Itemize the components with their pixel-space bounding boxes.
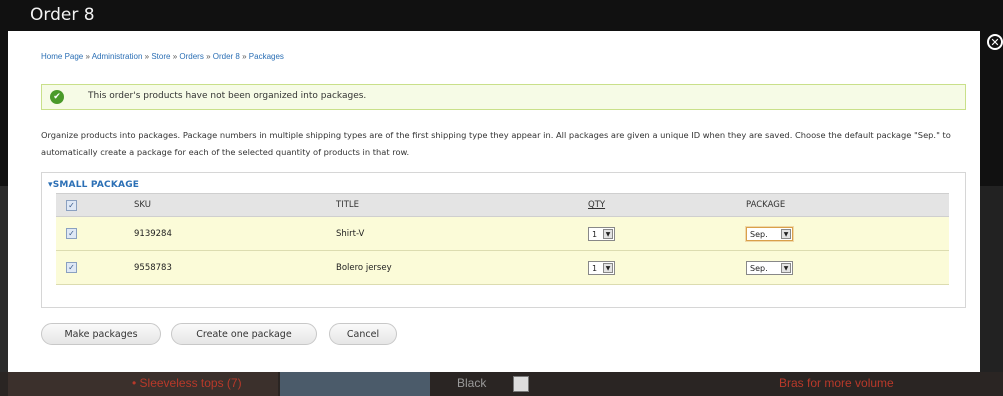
row-select-cell: ✓ [56,250,134,285]
column-header-title: TITLE [336,193,588,217]
title-cell: Shirt-V [336,216,588,251]
sku-cell: 9558783 [134,250,336,285]
qty-value: 1 [592,263,598,273]
package-select[interactable]: Sep. ▼ [746,260,793,275]
help-text: Organize products into packages. Package… [41,130,951,157]
title-cell: Bolero jersey [336,250,588,285]
chevron-down-icon: ▼ [781,228,791,239]
select-all-cell: ✓ [56,193,134,217]
qty-value: 1 [592,229,598,239]
background-image-panel [280,372,430,396]
column-header-sku: SKU [134,193,336,217]
background-color-label: Black [457,376,487,390]
cancel-button[interactable]: Cancel [329,323,397,345]
make-packages-button[interactable]: Make packages [41,323,161,345]
breadcrumb-separator: » [85,52,90,61]
breadcrumb-store[interactable]: Store [151,52,170,61]
dialog-body: Home Page » Administration » Store » Ord… [8,31,980,372]
package-cell: Sep. ▼ [746,216,949,251]
package-select[interactable]: Sep. ▼ [746,226,793,241]
breadcrumb-separator: » [242,52,247,61]
package-value: Sep. [750,263,768,273]
breadcrumb-home[interactable]: Home Page [41,52,83,61]
table-header-row: ✓ SKU TITLE QTY PACKAGE [56,193,949,217]
table-row: ✓ 9558783 Bolero jersey 1 ▼ Sep. ▼ [56,250,949,285]
packages-table: ✓ SKU TITLE QTY PACKAGE ✓ 9139284 Shirt-… [56,193,949,285]
qty-select[interactable]: 1 ▼ [588,260,615,275]
breadcrumb-packages[interactable]: Packages [249,52,284,61]
qty-select[interactable]: 1 ▼ [588,226,615,241]
chevron-down-icon: ▼ [781,262,791,273]
status-text: This order's products have not been orga… [88,91,367,101]
row-checkbox[interactable]: ✓ [66,262,77,273]
qty-cell: 1 ▼ [588,250,746,285]
checkmark-icon: ✔ [50,90,64,104]
breadcrumb-separator: » [144,52,150,61]
create-one-package-button[interactable]: Create one package [171,323,317,345]
row-checkbox[interactable]: ✓ [66,228,77,239]
background-right-edge [980,186,1003,372]
sku-cell: 9139284 [134,216,336,251]
breadcrumb-administration[interactable]: Administration [92,52,143,61]
package-cell: Sep. ▼ [746,250,949,285]
breadcrumb-order[interactable]: Order 8 [213,52,240,61]
status-message: ✔ This order's products have not been or… [41,84,966,110]
dialog-titlebar: Order 8 [8,0,980,31]
row-select-cell: ✓ [56,216,134,251]
background-left-edge [0,186,8,372]
small-package-fieldset: ▾SMALL PACKAGE ✓ SKU TITLE QTY PACKAGE ✓… [41,172,966,308]
background-category-link: • Sleeveless tops (7) [132,376,242,390]
background-promo-text: Bras for more volume [779,376,894,390]
breadcrumb-separator: » [172,52,178,61]
background-content-strip: • Sleeveless tops (7) Black Bras for mor… [0,372,1003,396]
package-value: Sep. [750,229,768,239]
breadcrumb-separator: » [206,52,211,61]
column-header-package: PACKAGE [746,193,949,217]
close-icon[interactable]: ✕ [987,34,1003,50]
chevron-down-icon: ▼ [603,228,613,239]
background-color-select [513,376,529,392]
breadcrumb-orders[interactable]: Orders [179,52,203,61]
column-header-qty[interactable]: QTY [588,193,746,217]
chevron-down-icon: ▼ [603,262,613,273]
dialog-title: Order 8 [30,5,95,25]
fieldset-legend[interactable]: ▾SMALL PACKAGE [48,180,139,190]
table-row: ✓ 9139284 Shirt-V 1 ▼ Sep. ▼ [56,216,949,251]
breadcrumb: Home Page » Administration » Store » Ord… [41,52,284,61]
qty-cell: 1 ▼ [588,216,746,251]
select-all-checkbox[interactable]: ✓ [66,199,77,211]
